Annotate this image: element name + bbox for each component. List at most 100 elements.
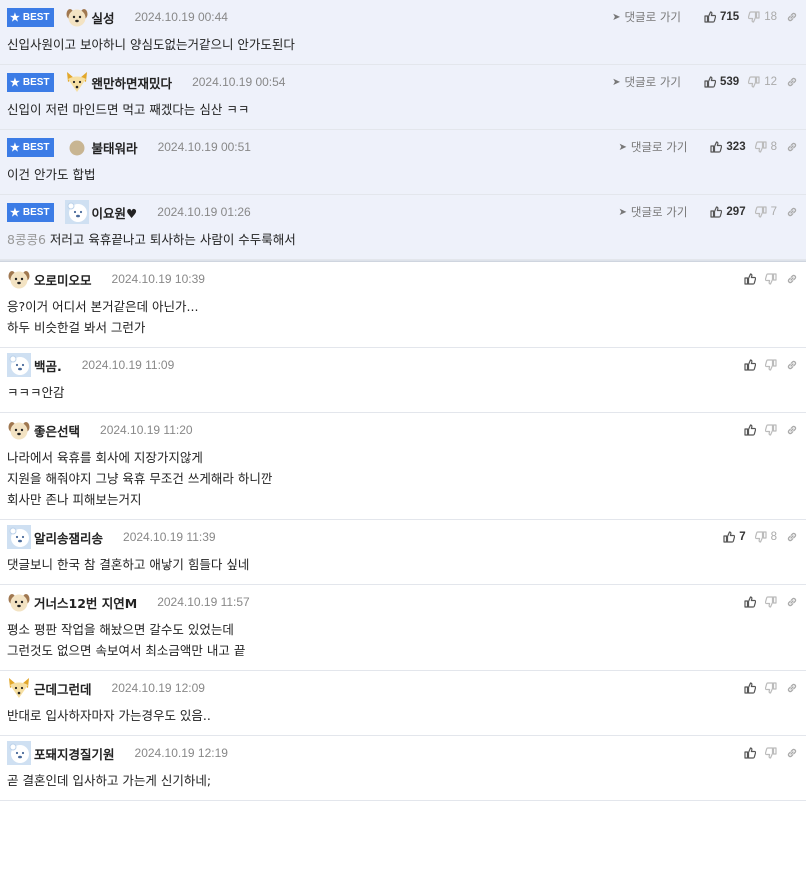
- upvote-button[interactable]: [744, 359, 756, 371]
- avatar-dog-cream[interactable]: [7, 267, 31, 291]
- link-icon: [786, 531, 798, 543]
- downvote-button[interactable]: 8: [754, 141, 777, 153]
- avatar-circle-tan[interactable]: [65, 135, 89, 159]
- share-link-button[interactable]: [786, 682, 798, 694]
- upvote-button[interactable]: 323: [710, 141, 746, 153]
- comment-line: 댓글보니 한국 참 결혼하고 애낳기 힘들다 싶네: [7, 557, 250, 572]
- downvote-button[interactable]: [765, 424, 777, 436]
- comment-date: 2024.10.19 11:20: [100, 423, 193, 437]
- best-badge: ★ BEST: [7, 7, 54, 27]
- avatar-bear-blue[interactable]: [7, 525, 31, 549]
- avatar-dog-cream[interactable]: [7, 418, 31, 442]
- nickname[interactable]: 백곰.: [34, 356, 62, 375]
- goto-parent-link[interactable]: ➤ 댓글로 가기: [618, 204, 687, 220]
- comment-header: 포돼지경질기원 2024.10.19 12:19: [7, 741, 798, 765]
- thumbs-up-icon: [744, 747, 756, 759]
- share-link-button[interactable]: [786, 141, 798, 153]
- avatar-fox-yellow[interactable]: [65, 70, 89, 94]
- comment-body: 응?이거 어디서 본거같은데 아닌가... 하두 비슷한걸 봐서 그런가: [7, 289, 798, 347]
- downvote-button[interactable]: 18: [748, 11, 777, 23]
- send-arrow-icon: ➤: [612, 11, 621, 23]
- nickname[interactable]: 좋은선택: [34, 421, 80, 440]
- goto-parent-link[interactable]: ➤ 댓글로 가기: [612, 9, 681, 25]
- comment-header: 오로미오모 2024.10.19 10:39: [7, 269, 798, 289]
- upvote-button[interactable]: [744, 596, 756, 608]
- share-link-button[interactable]: [786, 76, 798, 88]
- star-icon: ★: [10, 206, 20, 219]
- nickname[interactable]: 오로미오모: [34, 270, 92, 289]
- share-link-button[interactable]: [786, 359, 798, 371]
- link-icon: [786, 424, 798, 436]
- downvote-button[interactable]: [765, 359, 777, 371]
- share-link-button[interactable]: [786, 424, 798, 436]
- comment-header: ★ BEST 실성 2024.10.19 00:44 ➤ 댓글로 가기 715 18: [7, 7, 798, 27]
- nickname[interactable]: 실성: [92, 8, 115, 27]
- comment-header: 거너스12번 지연M 2024.10.19 11:57: [7, 592, 798, 612]
- thumbs-down-icon: [754, 206, 767, 218]
- comment-actions: ➤ 댓글로 가기 323 8: [618, 139, 798, 155]
- goto-parent-link[interactable]: ➤ 댓글로 가기: [618, 139, 687, 155]
- comment-line: ㅋㅋㅋ안감: [7, 385, 65, 400]
- avatar-dog-cream[interactable]: [7, 590, 31, 614]
- nickname[interactable]: 포돼지경질기원: [34, 744, 115, 763]
- upvote-button[interactable]: [744, 682, 756, 694]
- comment-text: 신입이 저런 마인드면 먹고 째겠다는 심산 ㅋㅋ: [7, 102, 250, 117]
- thumbs-down-icon: [754, 531, 767, 543]
- link-icon: [786, 273, 798, 285]
- comment: 좋은선택 2024.10.19 11:20 나라에서 육휴를 회사에 지장가지않…: [0, 413, 806, 520]
- nickname[interactable]: 알리송잼리송: [34, 528, 103, 547]
- best-badge-label: BEST: [22, 11, 50, 23]
- thumbs-up-icon: [723, 531, 736, 543]
- link-icon: [786, 359, 798, 371]
- nickname[interactable]: 왠만하면재밌다: [92, 73, 173, 92]
- share-link-button[interactable]: [786, 206, 798, 218]
- thumbs-down-icon: [765, 682, 777, 694]
- upvote-count: 297: [726, 206, 746, 218]
- goto-parent-label: 댓글로 가기: [624, 10, 682, 24]
- downvote-button[interactable]: [765, 682, 777, 694]
- downvote-button[interactable]: 7: [754, 206, 777, 218]
- comment-date: 2024.10.19 00:51: [157, 140, 251, 154]
- avatar-dog-cream[interactable]: [65, 5, 89, 29]
- share-link-button[interactable]: [786, 11, 798, 23]
- share-link-button[interactable]: [786, 531, 798, 543]
- avatar-bear-blue[interactable]: [7, 741, 31, 765]
- upvote-button[interactable]: [744, 273, 756, 285]
- downvote-button[interactable]: 8: [754, 531, 777, 543]
- share-link-button[interactable]: [786, 273, 798, 285]
- thumbs-up-icon: [744, 682, 756, 694]
- comment-date: 2024.10.19 10:39: [111, 272, 205, 286]
- avatar-bear-blue[interactable]: [64, 200, 89, 224]
- share-link-button[interactable]: [786, 747, 798, 759]
- comment-actions: 7 8: [714, 531, 798, 543]
- upvote-button[interactable]: [744, 747, 756, 759]
- comment-date: 2024.10.19 11:57: [157, 595, 250, 609]
- nickname[interactable]: 불태워라: [92, 138, 138, 157]
- thumbs-up-icon: [744, 273, 756, 285]
- downvote-button[interactable]: 12: [748, 76, 777, 88]
- avatar-fox-yellow[interactable]: [7, 676, 31, 700]
- downvote-button[interactable]: [765, 596, 777, 608]
- downvote-button[interactable]: [765, 273, 777, 285]
- upvote-button[interactable]: 715: [704, 11, 739, 23]
- thumbs-down-icon: [765, 424, 777, 436]
- nickname[interactable]: 이요원♥: [92, 203, 138, 222]
- best-badge-label: BEST: [22, 141, 50, 153]
- comment-actions: [735, 424, 798, 436]
- comment-actions: ➤ 댓글로 가기 297 7: [618, 204, 798, 220]
- comment-date: 2024.10.19 12:19: [134, 746, 228, 760]
- avatar-bear-blue[interactable]: [7, 353, 31, 377]
- upvote-button[interactable]: 539: [704, 76, 739, 88]
- upvote-button[interactable]: [744, 424, 756, 436]
- reply-mention[interactable]: 8콩콩6: [7, 232, 46, 247]
- upvote-button[interactable]: 7: [723, 531, 746, 543]
- nickname[interactable]: 근데그런데: [34, 679, 92, 698]
- comment-date: 2024.10.19 00:54: [192, 75, 286, 89]
- share-link-button[interactable]: [786, 596, 798, 608]
- nickname[interactable]: 거너스12번 지연M: [34, 593, 137, 612]
- downvote-button[interactable]: [765, 747, 777, 759]
- upvote-button[interactable]: 297: [710, 206, 746, 218]
- goto-parent-link[interactable]: ➤ 댓글로 가기: [612, 74, 681, 90]
- comment-line: 나라에서 육휴를 회사에 지장가지않게: [7, 450, 203, 465]
- link-icon: [786, 747, 798, 759]
